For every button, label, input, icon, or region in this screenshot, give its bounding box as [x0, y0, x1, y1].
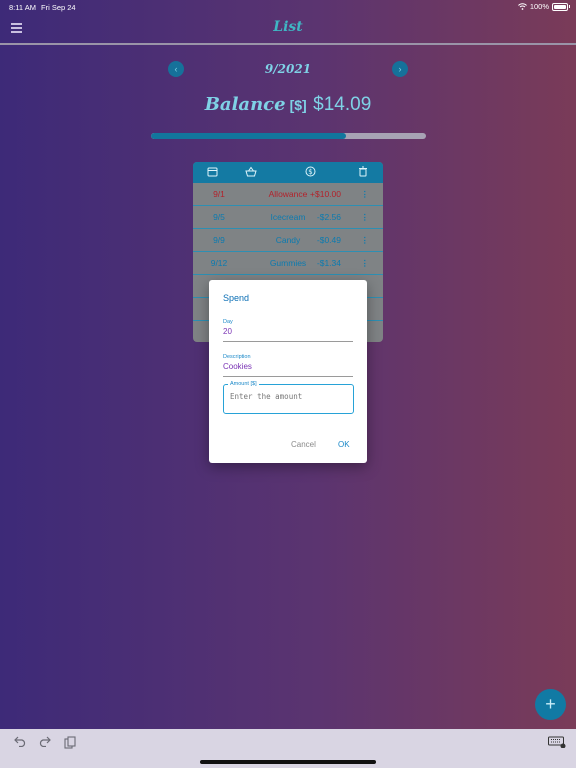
home-indicator[interactable]	[200, 760, 376, 764]
balance-display: Balance [$] $14.09	[0, 94, 576, 116]
basket-icon[interactable]	[245, 166, 257, 178]
undo-icon[interactable]	[14, 736, 27, 750]
row-amount: -$2.56	[316, 212, 341, 222]
month-label: 9/2021	[264, 62, 312, 76]
description-field[interactable]: Cookies	[223, 362, 252, 371]
day-field[interactable]: 20	[223, 327, 232, 336]
row-amount: +$10.00	[310, 189, 341, 199]
amount-input[interactable]	[230, 392, 345, 401]
month-selector: ‹ 9/2021 ›	[0, 60, 576, 78]
spend-dialog: Spend Day 20 Description Cookies Amount …	[209, 280, 367, 463]
status-time: 8:11 AM	[9, 3, 36, 12]
ok-button[interactable]: OK	[338, 440, 350, 449]
status-date: Fri Sep 24	[41, 3, 76, 12]
status-right: 100%	[517, 2, 570, 11]
table-row[interactable]: 9/5 Icecream -$2.56 ⋮	[193, 206, 383, 229]
cancel-button[interactable]: Cancel	[291, 440, 316, 449]
row-day: 9/5	[213, 212, 225, 222]
battery-percent: 100%	[529, 2, 549, 11]
keyboard-icon[interactable]	[548, 736, 566, 751]
redo-icon[interactable]	[38, 736, 51, 750]
svg-text:$: $	[308, 168, 312, 176]
page-title: List	[273, 19, 303, 35]
battery-icon	[552, 2, 570, 11]
table-row[interactable]: 9/9 Candy -$0.49 ⋮	[193, 229, 383, 252]
dialog-title: Spend	[223, 293, 250, 303]
row-day: 9/12	[210, 258, 228, 268]
table-row[interactable]: 9/12 Gummies -$1.34 ⋮	[193, 252, 383, 275]
row-more-icon[interactable]: ⋮	[361, 258, 370, 269]
balance-label: Balance	[204, 94, 286, 115]
row-day: 9/1	[213, 189, 225, 199]
budget-progress-bar	[151, 133, 426, 139]
trash-icon[interactable]	[357, 166, 369, 178]
row-more-icon[interactable]: ⋮	[361, 212, 370, 223]
table-row[interactable]: 9/1 Allowance +$10.00 ⋮	[193, 183, 383, 206]
paste-icon[interactable]	[64, 736, 76, 752]
budget-progress-fill	[151, 133, 347, 139]
wifi-icon	[517, 3, 527, 10]
row-amount: -$1.34	[316, 258, 341, 268]
next-month-button[interactable]: ›	[392, 61, 408, 77]
keyboard-shortcut-bar	[0, 729, 576, 768]
row-day: 9/9	[213, 235, 225, 245]
amount-field-container: Amount [$]	[223, 381, 354, 414]
add-transaction-button[interactable]: +	[535, 689, 566, 720]
amount-field-label: Amount [$]	[228, 381, 259, 387]
navbar-divider	[0, 43, 576, 45]
navbar: List	[0, 14, 576, 44]
balance-unit: [$]	[289, 97, 307, 113]
description-field-underline	[223, 376, 353, 377]
status-bar: 8:11 AM Fri Sep 24 100%	[0, 0, 576, 14]
table-header: $	[193, 162, 383, 183]
row-more-icon[interactable]: ⋮	[361, 189, 370, 200]
row-more-icon[interactable]: ⋮	[361, 235, 370, 246]
chevron-right-icon: ›	[398, 64, 402, 74]
balance-value: $14.09	[313, 94, 372, 115]
day-field-label: Day	[223, 319, 233, 325]
description-field-label: Description	[223, 354, 251, 360]
day-field-underline	[223, 341, 353, 342]
dollar-icon[interactable]: $	[304, 166, 316, 178]
calendar-icon[interactable]	[206, 166, 218, 178]
row-amount: -$0.49	[316, 235, 341, 245]
